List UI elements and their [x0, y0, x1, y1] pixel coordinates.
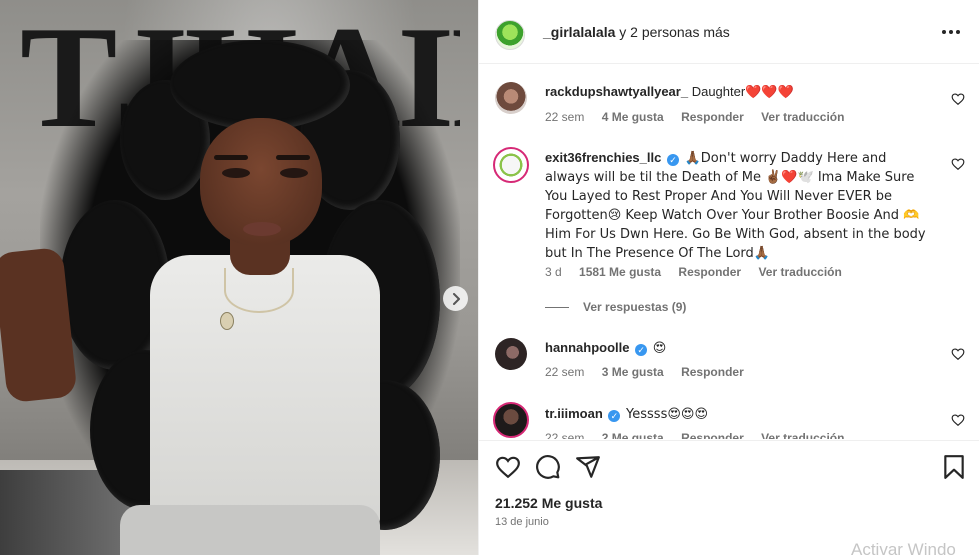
comment-username[interactable]: hannahpoolle: [545, 340, 630, 355]
like-comment-heart-icon[interactable]: [951, 413, 965, 427]
reply-button[interactable]: Responder: [681, 431, 744, 439]
reply-button[interactable]: Responder: [681, 365, 744, 379]
verified-badge-icon: ✓: [666, 154, 679, 166]
comment-likes[interactable]: 3 Me gusta: [602, 365, 664, 379]
eye: [280, 168, 308, 178]
comment-likes[interactable]: 1581 Me gusta: [579, 265, 661, 279]
comment-time[interactable]: 3 d: [545, 265, 562, 279]
comment-time[interactable]: 22 sem: [545, 365, 584, 379]
translate-button[interactable]: Ver traducción: [758, 265, 841, 279]
post-details-panel: _girlalalala y 2 personas más rackdupsha…: [478, 0, 979, 555]
comment-icon[interactable]: [535, 454, 561, 480]
more-options-button[interactable]: [937, 20, 965, 44]
view-replies-label: Ver respuestas (9): [583, 300, 687, 314]
comments-list[interactable]: rackdupshawtyallyear_ Daughter❤️❤️❤️ 22 …: [479, 65, 979, 439]
next-photo-button[interactable]: [443, 286, 468, 311]
coauthors-text[interactable]: y 2 personas más: [619, 24, 730, 40]
comment-username[interactable]: rackdupshawtyallyear_: [545, 84, 688, 99]
comment-meta: 22 sem 2 Me gusta Responder Ver traducci…: [545, 431, 858, 439]
more-options-icon: [942, 30, 960, 34]
lips: [243, 222, 281, 236]
comment-text: hannahpoolle ✓ 😍: [545, 339, 935, 358]
eyebrow: [276, 155, 310, 160]
author-avatar[interactable]: [495, 20, 525, 50]
author-username[interactable]: _girlalalala: [543, 24, 615, 40]
comment-username[interactable]: exit36frenchies_llc: [545, 150, 661, 165]
post-date[interactable]: 13 de junio: [495, 516, 549, 528]
heart-icon[interactable]: [495, 454, 521, 480]
comment-likes[interactable]: 4 Me gusta: [602, 110, 664, 124]
replies-divider: [545, 307, 569, 309]
eyebrow: [214, 155, 248, 160]
comment-content: Yessss😍😍😍: [626, 407, 709, 422]
comment-text: exit36frenchies_llc ✓ 🙏🏾Don't worry Dadd…: [545, 149, 935, 263]
author-line: _girlalalala y 2 personas más: [543, 24, 730, 40]
view-replies-button[interactable]: Ver respuestas (9): [545, 300, 686, 314]
verified-badge-icon: ✓: [608, 410, 621, 422]
post-header: _girlalalala y 2 personas más: [479, 0, 979, 64]
like-comment-heart-icon[interactable]: [951, 347, 965, 361]
share-icon[interactable]: [575, 454, 601, 480]
post-actions-bar: [479, 440, 979, 490]
comment-content: Daughter: [691, 84, 746, 99]
commenter-avatar[interactable]: [495, 338, 527, 370]
comment-time[interactable]: 22 sem: [545, 110, 584, 124]
necklace: [224, 268, 294, 313]
commenter-avatar[interactable]: [493, 147, 529, 183]
like-comment-heart-icon[interactable]: [951, 92, 965, 106]
comment-content: 🙏🏾Don't worry Daddy Here and always will…: [545, 151, 926, 261]
like-comment-heart-icon[interactable]: [951, 157, 965, 171]
chevron-right-icon: [452, 292, 460, 305]
comment-text: rackdupshawtyallyear_ Daughter❤️❤️❤️: [545, 83, 935, 102]
comment-username[interactable]: tr.iiimoan: [545, 406, 603, 421]
reply-button[interactable]: Responder: [678, 265, 741, 279]
comment-content: 😍: [652, 341, 667, 356]
pants: [120, 505, 380, 555]
translate-button[interactable]: Ver traducción: [761, 110, 844, 124]
post-photo[interactable]: TJHAIR: [0, 0, 478, 555]
verified-badge-icon: ✓: [635, 344, 648, 356]
comment-time[interactable]: 22 sem: [545, 431, 584, 439]
reply-button[interactable]: Responder: [681, 110, 744, 124]
eye: [222, 168, 250, 178]
bookmark-icon[interactable]: [941, 454, 967, 480]
hair-top: [170, 40, 350, 130]
commenter-avatar[interactable]: [495, 82, 527, 114]
likes-count[interactable]: 21.252 Me gusta: [495, 495, 602, 511]
comment-meta: 3 d 1581 Me gusta Responder Ver traducci…: [545, 265, 856, 279]
commenter-avatar[interactable]: [493, 402, 529, 438]
comment-emoji: ❤️❤️❤️: [745, 85, 794, 100]
comment-meta: 22 sem 4 Me gusta Responder Ver traducci…: [545, 110, 858, 124]
comment-text: tr.iiimoan ✓ Yessss😍😍😍: [545, 405, 935, 424]
translate-button[interactable]: Ver traducción: [761, 431, 844, 439]
comment-meta: 22 sem 3 Me gusta Responder: [545, 365, 758, 379]
windows-activation-watermark: Activar Windo: [851, 540, 956, 555]
pendant: [220, 312, 234, 330]
comment-likes[interactable]: 2 Me gusta: [602, 431, 664, 439]
